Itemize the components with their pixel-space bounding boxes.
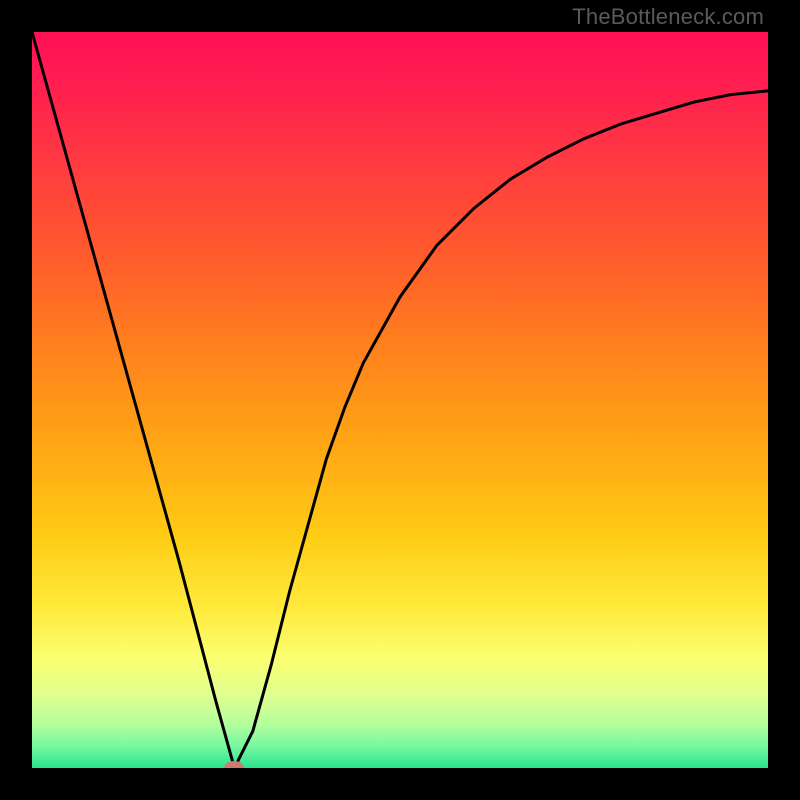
optimal-marker [224,761,244,768]
watermark-text: TheBottleneck.com [572,4,764,30]
background-gradient [32,32,768,768]
plot-area [32,32,768,768]
